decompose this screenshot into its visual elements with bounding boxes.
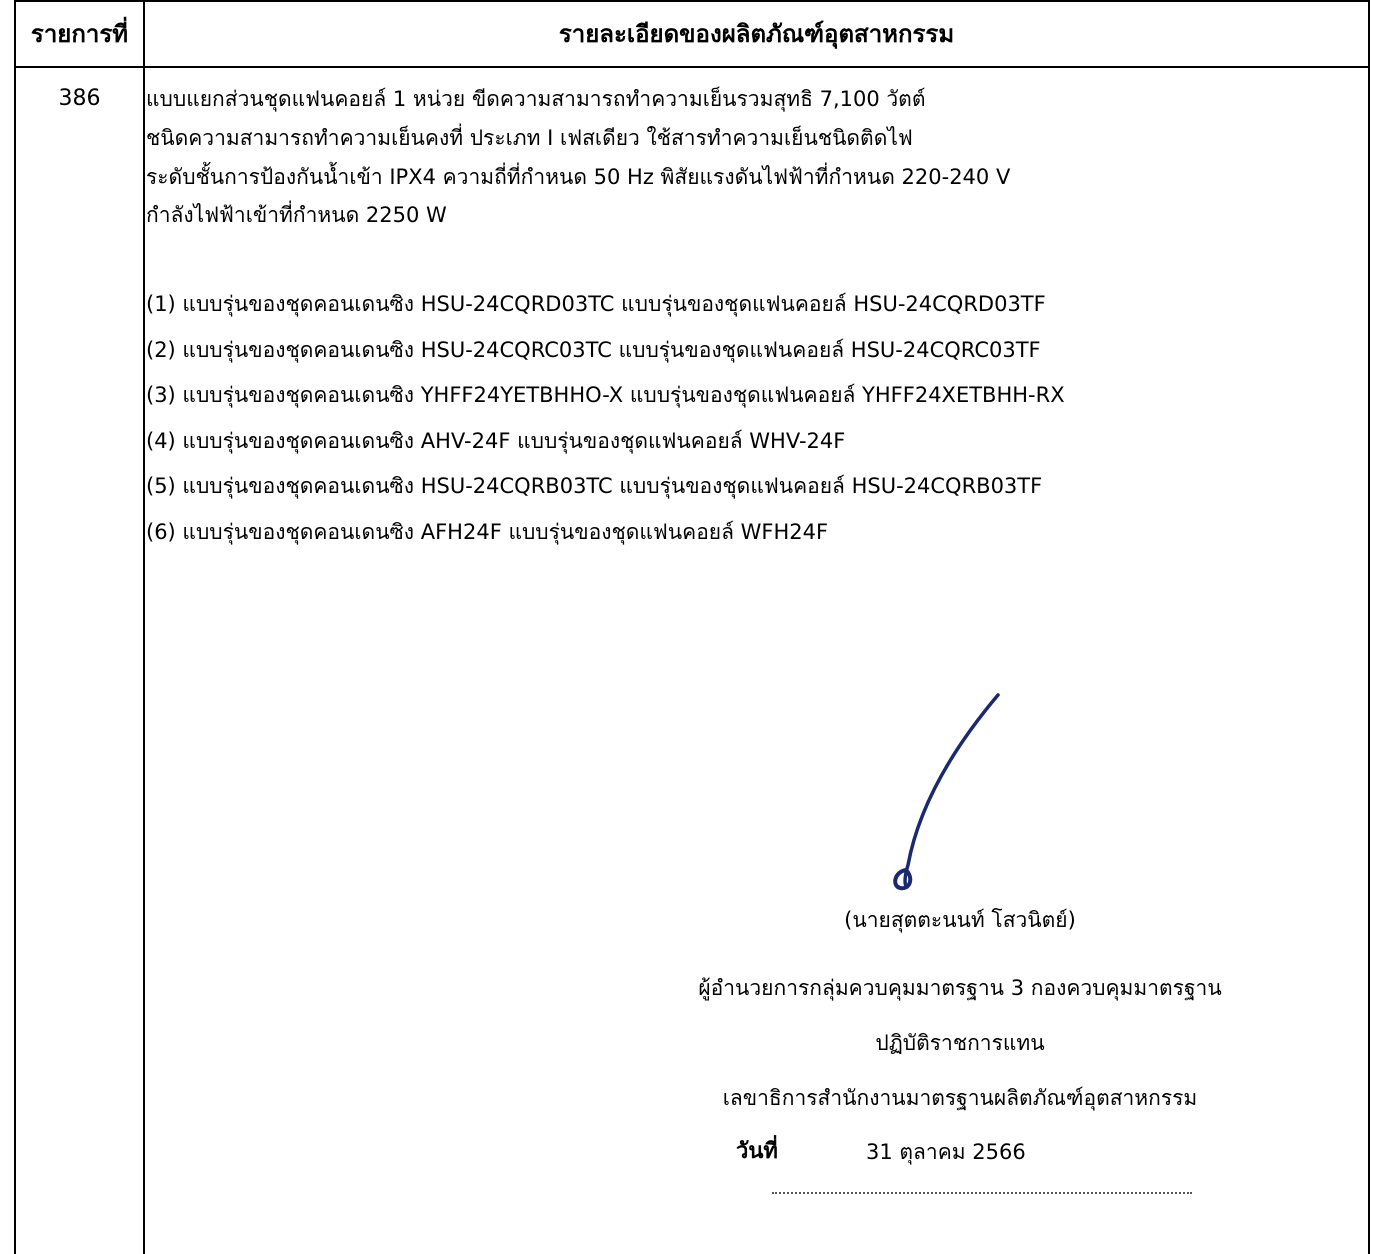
date-dotted-line [772, 1192, 1192, 1194]
model-line: (1) แบบรุ่นของชุดคอนเดนซิง HSU-24CQRD03T… [146, 292, 1046, 316]
model-list: (1) แบบรุ่นของชุดคอนเดนซิง HSU-24CQRD03T… [146, 282, 1361, 555]
model-line: (3) แบบรุ่นของชุดคอนเดนซิง YHFF24YETBHHO… [146, 383, 1065, 407]
model-line: (4) แบบรุ่นของชุดคอนเดนซิง AHV-24F แบบรุ… [146, 428, 846, 453]
description-line: ระดับชั้นการป้องกันน้ำเข้า IPX4 ความถี่ท… [146, 164, 1011, 189]
model-line: (2) แบบรุ่นของชุดคอนเดนซิง HSU-24CQRC03T… [146, 337, 1041, 362]
description-line: กำลังไฟฟ้าเข้าที่กำหนด 2250 W [146, 203, 447, 228]
item-number: 386 [58, 86, 101, 111]
signature-loop [893, 867, 913, 891]
handwritten-signature [893, 693, 1000, 891]
signature-stroke [903, 693, 1000, 888]
signatory-office: เลขาธิการสำนักงานมาตรฐานผลิตภัณฑ์อุตสาหก… [722, 1086, 1198, 1110]
column-header-details: รายละเอียดของผลิตภัณฑ์อุตสาหกรรม [558, 20, 955, 48]
signatory-acting-note: ปฏิบัติราชการแทน [875, 1031, 1045, 1055]
table-border-top [14, 0, 1370, 2]
document-page: รายการที่ รายละเอียดของผลิตภัณฑ์อุตสาหกร… [0, 0, 1373, 1254]
description-line: แบบแยกส่วนชุดแฟนคอยล์ 1 หน่วย ขีดความสาม… [146, 87, 926, 111]
model-line: (5) แบบรุ่นของชุดคอนเดนซิง HSU-24CQRB03T… [146, 474, 1043, 498]
date-label: วันที่ [736, 1139, 778, 1164]
item-description: แบบแยกส่วนชุดแฟนคอยล์ 1 หน่วย ขีดความสาม… [146, 80, 1361, 235]
date-value: 31 ตุลาคม 2566 [866, 1140, 1026, 1164]
table-border-right [1368, 0, 1370, 1254]
column-header-item-no: รายการที่ [30, 20, 129, 48]
description-line: ชนิดความสามารถทำความเย็นคงที่ ประเภท I เ… [146, 125, 913, 150]
table-header-divider [14, 66, 1370, 68]
model-line: (6) แบบรุ่นของชุดคอนเดนซิง AFH24F แบบรุ่… [146, 519, 829, 544]
table-column-divider [143, 0, 145, 1254]
signatory-position: ผู้อำนวยการกลุ่มควบคุมมาตรฐาน 3 กองควบคุ… [698, 976, 1222, 1000]
table-border-left [14, 0, 16, 1254]
signatory-name: (นายสุตตะนนท์ โสวนิตย์) [844, 908, 1076, 932]
